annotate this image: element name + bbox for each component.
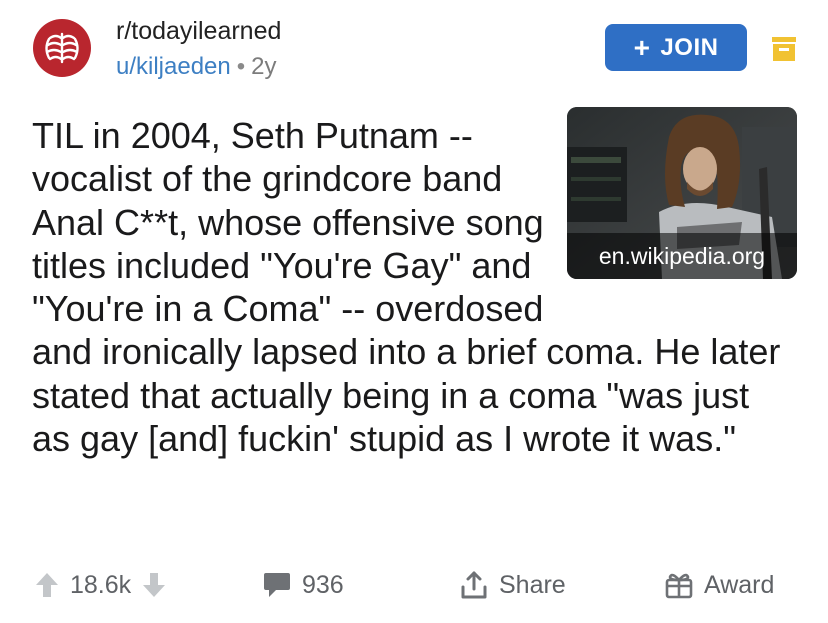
share-label: Share [499,570,566,599]
title-float-spacer [548,114,792,288]
vote-count: 18.6k [70,570,132,599]
award-button[interactable]: Award [664,560,774,610]
comment-icon [264,573,290,597]
join-label: JOIN [660,33,719,61]
share-button[interactable]: Share [459,560,566,610]
join-button[interactable]: + JOIN [605,24,747,71]
post-actions-bar: 18.6k 936 Share Award [0,560,828,610]
gift-icon [665,573,693,599]
award-label: Award [704,570,775,599]
save-icon[interactable] [771,36,797,62]
subreddit-avatar[interactable] [33,19,91,77]
post-age: 2y [251,53,277,80]
share-icon [461,571,487,599]
comment-count: 936 [302,570,344,599]
post-title[interactable]: TIL in 2004, Seth Putnam -- vocalist of … [32,114,792,460]
plus-icon: + [633,31,651,63]
comments-button[interactable]: 936 [262,560,344,610]
meta-separator: • [236,53,246,80]
upvote-icon[interactable] [34,571,60,599]
brain-icon [45,32,79,64]
author-link[interactable]: u/kiljaeden [116,53,231,80]
post-meta: u/kiljaeden • 2y [116,53,277,81]
subreddit-name[interactable]: r/todayilearned [116,17,281,46]
vote-group: 18.6k [34,560,167,610]
downvote-icon[interactable] [141,571,167,599]
